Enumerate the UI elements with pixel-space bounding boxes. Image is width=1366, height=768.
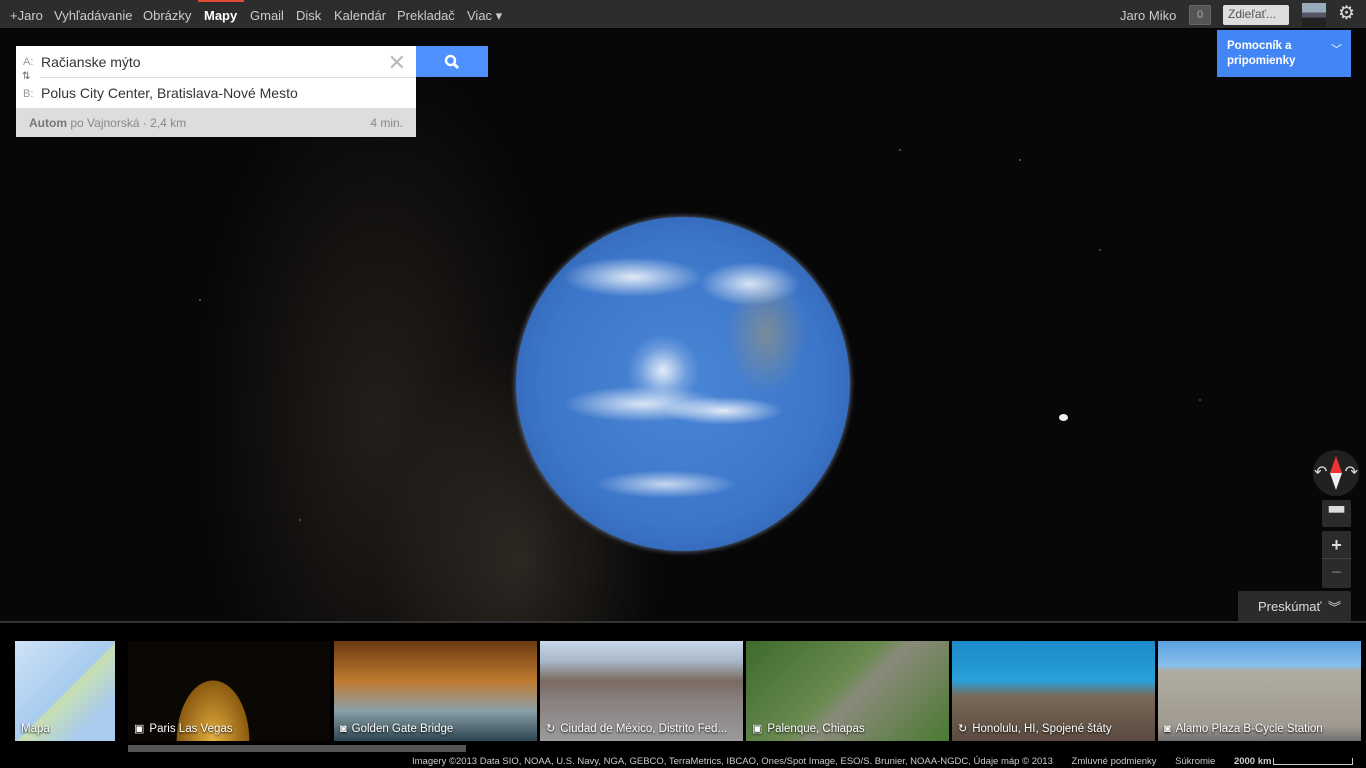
help-feedback-label: Pomocník a pripomienky	[1227, 40, 1296, 67]
rotate-right-icon[interactable]: ↷	[1345, 462, 1358, 482]
gear-icon[interactable]: ⚙	[1338, 4, 1355, 24]
destination-label: B:	[23, 88, 34, 100]
scale-bar	[1273, 757, 1354, 765]
compass-north-icon	[1330, 456, 1342, 473]
attribution: Imagery ©2013 Data SIO, NOAA, U.S. Navy,…	[412, 756, 1053, 767]
terms-link[interactable]: Zmluvné podmienky	[1072, 756, 1157, 767]
search-button[interactable]	[416, 46, 488, 77]
zoom-out-button[interactable]: −	[1322, 559, 1351, 587]
nav-search[interactable]: Vyhľadávanie	[54, 8, 132, 23]
nav-gmail[interactable]: Gmail	[250, 8, 284, 23]
panorama-icon: ↻	[958, 723, 968, 735]
earth-globe[interactable]	[516, 217, 850, 551]
compass-south-icon	[1330, 473, 1342, 490]
search-icon	[444, 54, 460, 69]
thumbnail-caption: ◙ Golden Gate Bridge	[340, 723, 453, 735]
double-chevron-down-icon: ︾	[1327, 600, 1341, 615]
thumbnail-label: Paris Las Vegas	[149, 723, 233, 735]
nav-more[interactable]: Viac ▾	[467, 8, 502, 24]
thumbnail-paris-las-vegas[interactable]: ▣ Paris Las Vegas	[128, 641, 330, 741]
active-tab-indicator	[198, 0, 244, 2]
nav-maps[interactable]: Mapy	[204, 8, 237, 23]
thumbnail-label: Mapa	[21, 723, 50, 735]
help-feedback-button[interactable]: Pomocník a pripomienky ﹀	[1217, 30, 1351, 77]
thumbnail-honolulu[interactable]: ↻ Honolulu, HI, Spojené štáty	[952, 641, 1155, 741]
route-time: 4 min.	[370, 116, 403, 130]
explore-label: Preskúmať	[1258, 599, 1322, 614]
zoom-control: + −	[1322, 531, 1351, 588]
notifications-button[interactable]: 0	[1189, 5, 1211, 25]
thumbnail-label: Ciudad de México, Distrito Fed...	[560, 723, 728, 735]
directions-box: A: Račianske mýto ✕ ⇅ B: Polus City Cent…	[16, 46, 416, 108]
rotate-left-icon[interactable]: ↶	[1314, 462, 1327, 482]
nav-plus-jaro[interactable]: +Jaro	[10, 8, 43, 23]
origin-label: A:	[23, 56, 34, 68]
video-icon: ▣	[752, 723, 763, 735]
divider	[40, 77, 416, 78]
thumbnail-label: Alamo Plaza B-Cycle Station	[1175, 723, 1323, 735]
thumbnail-label: Palenque, Chiapas	[767, 723, 865, 735]
panorama-icon: ↻	[546, 723, 556, 735]
compass[interactable]: ↶ ↷	[1313, 450, 1359, 496]
route-mode: Autom	[29, 116, 67, 130]
nav-calendar[interactable]: Kalendár	[334, 8, 386, 23]
camera-icon: ◙	[1164, 723, 1171, 735]
top-bar: +Jaro Vyhľadávanie Obrázky Mapy Gmail Di…	[0, 0, 1366, 29]
scale-label: 2000 km	[1233, 756, 1272, 767]
camera-icon: ◙	[340, 723, 347, 735]
thumbnail-label: Honolulu, HI, Spojené štáty	[972, 723, 1112, 735]
carousel-scrollbar[interactable]	[128, 745, 466, 752]
thumbnail-caption: ▣ Paris Las Vegas	[134, 722, 233, 735]
thumbnail-caption: ↻ Honolulu, HI, Spojené štáty	[958, 722, 1112, 735]
route-summary[interactable]: Autom po Vajnorská · 2,4 km 4 min.	[16, 108, 416, 137]
thumbnail-mexico-city[interactable]: ↻ Ciudad de México, Distrito Fed...	[540, 641, 743, 741]
footer: Imagery ©2013 Data SIO, NOAA, U.S. Navy,…	[412, 756, 1366, 767]
thumbnail-caption: ◙ Alamo Plaza B-Cycle Station	[1164, 723, 1323, 735]
close-icon[interactable]: ✕	[388, 50, 406, 76]
thumbnail-palenque[interactable]: ▣ Palenque, Chiapas	[746, 641, 949, 741]
thumbnail-golden-gate[interactable]: ◙ Golden Gate Bridge	[334, 641, 537, 741]
zoom-in-button[interactable]: +	[1322, 531, 1351, 559]
tilt-button[interactable]: ▀▀	[1322, 500, 1351, 527]
thumbnail-label: Golden Gate Bridge	[351, 723, 454, 735]
swap-icon[interactable]: ⇅	[22, 71, 31, 82]
nav-translate[interactable]: Prekladač	[397, 8, 455, 23]
nav-images[interactable]: Obrázky	[143, 8, 191, 23]
chevron-down-icon: ﹀	[1331, 44, 1342, 56]
nav-drive[interactable]: Disk	[296, 8, 321, 23]
thumbnail-alamo-plaza[interactable]: ◙ Alamo Plaza B-Cycle Station	[1158, 641, 1361, 741]
privacy-link[interactable]: Súkromie	[1175, 756, 1215, 767]
tilt-icon: ▀▀	[1328, 507, 1345, 519]
thumbnail-map[interactable]: Mapa	[15, 641, 115, 741]
share-button[interactable]: Zdieľať...	[1223, 5, 1289, 25]
moon[interactable]	[1059, 414, 1068, 421]
user-name[interactable]: Jaro Miko	[1120, 8, 1176, 23]
video-icon: ▣	[134, 723, 145, 735]
route-description: po Vajnorská · 2,4 km	[70, 116, 187, 130]
thumbnail-caption: ▣ Palenque, Chiapas	[752, 722, 865, 735]
destination-input[interactable]: Polus City Center, Bratislava-Nové Mesto	[41, 85, 298, 101]
imagery-carousel: Mapa ▣ Paris Las Vegas ◙ Golden Gate Bridg…	[0, 621, 1366, 768]
thumbnail-caption: ↻ Ciudad de México, Distrito Fed...	[546, 722, 727, 735]
explore-button[interactable]: Preskúmať ︾	[1238, 591, 1351, 621]
avatar[interactable]	[1302, 3, 1326, 27]
origin-input[interactable]: Račianske mýto	[41, 54, 141, 70]
